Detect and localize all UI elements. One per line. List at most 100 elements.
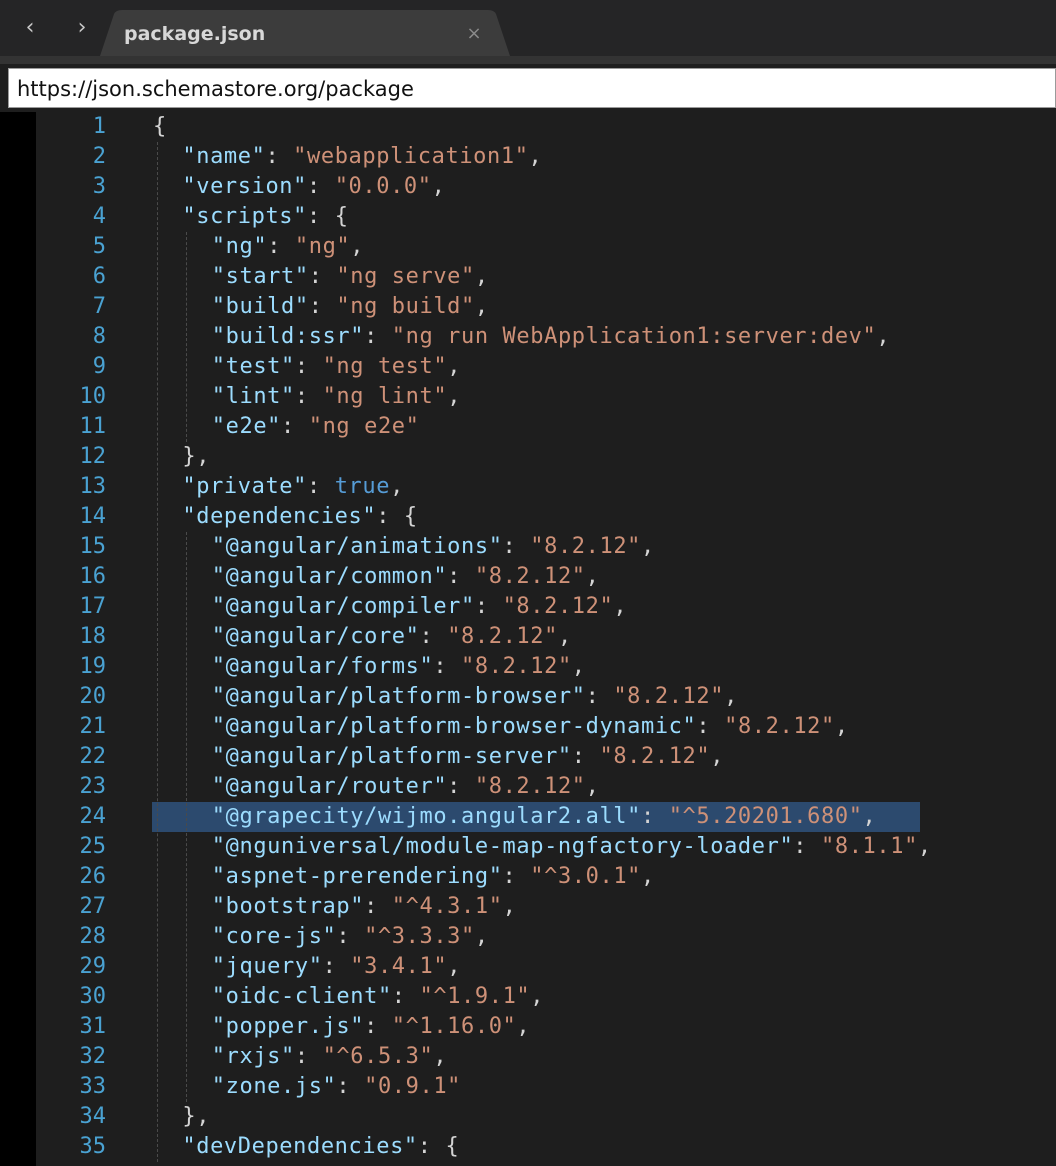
code-line[interactable]: 2 "name": "webapplication1", xyxy=(36,142,1056,172)
code-token: "^3.0.1" xyxy=(530,864,642,889)
code-token: , xyxy=(528,144,543,169)
code-line[interactable]: 4 "scripts": { xyxy=(36,202,1056,232)
code-line[interactable]: 7 "build": "ng build", xyxy=(36,292,1056,322)
line-number: 27 xyxy=(79,894,107,919)
code-line[interactable]: 28 "core-js": "^3.3.3", xyxy=(36,922,1056,952)
code-token: : xyxy=(433,654,462,679)
code-token: : xyxy=(474,594,503,619)
code-token: : xyxy=(294,354,323,379)
code-line[interactable]: 3 "version": "0.0.0", xyxy=(36,172,1056,202)
code-line[interactable]: 18 "@angular/core": "8.2.12", xyxy=(36,622,1056,652)
code-token: : xyxy=(696,714,725,739)
line-number: 19 xyxy=(79,654,107,679)
code-token: "build" xyxy=(211,294,309,319)
code-line[interactable]: 32 "rxjs": "^6.5.3", xyxy=(36,1042,1056,1072)
code-line[interactable]: 17 "@angular/compiler": "8.2.12", xyxy=(36,592,1056,622)
code-line[interactable]: 23 "@angular/router": "8.2.12", xyxy=(36,772,1056,802)
code-line[interactable]: 11 "e2e": "ng e2e" xyxy=(36,412,1056,442)
code-token: "ng test" xyxy=(322,354,448,379)
code-token: "@angular/compiler" xyxy=(211,594,475,619)
code-token: "8.2.12" xyxy=(461,654,572,679)
code-token: , xyxy=(876,324,891,349)
code-line[interactable]: 34}, xyxy=(36,1102,1056,1132)
code-token: true xyxy=(334,474,391,499)
code-token: , xyxy=(571,654,586,679)
code-line[interactable]: 30 "oidc-client": "^1.9.1", xyxy=(36,982,1056,1012)
code-line[interactable]: 24 "@grapecity/wijmo.angular2.all": "^5.2… xyxy=(36,802,1056,832)
indent-guide xyxy=(157,142,158,1162)
indent-guide xyxy=(186,232,188,442)
code-line[interactable]: 13 "private": true, xyxy=(36,472,1056,502)
code-token: : xyxy=(307,174,335,199)
code-text: "@angular/animations": "8.2.12", xyxy=(212,532,655,562)
code-line[interactable]: 20 "@angular/platform-browser": "8.2.12", xyxy=(36,682,1056,712)
code-line[interactable]: 5 "ng": "ng", xyxy=(36,232,1056,262)
code-token: , xyxy=(834,714,849,739)
code-line[interactable]: 27 "bootstrap": "^4.3.1", xyxy=(36,892,1056,922)
code-line[interactable]: 19 "@angular/forms": "8.2.12", xyxy=(36,652,1056,682)
code-token: , xyxy=(641,534,655,559)
schema-url-bar[interactable]: https://json.schemastore.org/package xyxy=(8,68,1056,108)
code-token: , xyxy=(641,864,655,889)
close-icon[interactable]: × xyxy=(464,22,484,46)
code-line[interactable]: 9 "test": "ng test", xyxy=(36,352,1056,382)
code-token: "popper.js" xyxy=(211,1014,365,1039)
code-line[interactable]: 33 "zone.js": "0.9.1" xyxy=(36,1072,1056,1102)
code-token: , xyxy=(350,234,365,259)
code-token: : xyxy=(267,234,295,259)
code-editor[interactable]: 1{2 "name": "webapplication1", 3 "version":… xyxy=(36,112,1056,1166)
tab-bar-divider xyxy=(0,56,1056,64)
tab-package-json[interactable]: package.json × xyxy=(100,10,510,56)
code-line[interactable]: 6 "start": "ng serve", xyxy=(36,262,1056,292)
editor-window: ‹ › package.json × https://json.schemast… xyxy=(0,0,1056,1166)
code-token: : xyxy=(447,774,475,799)
line-number: 35 xyxy=(79,1134,107,1159)
code-token: , xyxy=(390,474,404,499)
line-number: 17 xyxy=(79,594,107,619)
code-token: "^3.3.3" xyxy=(364,924,475,949)
code-token: "@angular/platform-browser" xyxy=(211,684,586,709)
code-line[interactable]: 15 "@angular/animations": "8.2.12", xyxy=(36,532,1056,562)
code-token: "8.2.12" xyxy=(447,624,558,649)
code-token: , xyxy=(862,804,877,829)
line-number: 9 xyxy=(92,354,106,379)
code-text: "@angular/core": "8.2.12", xyxy=(212,622,572,652)
code-line[interactable]: 29 "jquery": "3.4.1", xyxy=(36,952,1056,982)
code-token: "3.4.1" xyxy=(350,954,448,979)
code-token: , xyxy=(502,894,517,919)
code-text: "e2e": "ng e2e" xyxy=(212,412,420,442)
line-number: 7 xyxy=(92,294,106,319)
code-line[interactable]: 22 "@angular/platform-server": "8.2.12", xyxy=(36,742,1056,772)
code-line[interactable]: 16 "@angular/common": "8.2.12", xyxy=(36,562,1056,592)
code-line[interactable]: 12}, xyxy=(36,442,1056,472)
code-token: : xyxy=(585,684,614,709)
code-line[interactable]: 8 "build:ssr": "ng run WebApplication1:se… xyxy=(36,322,1056,352)
code-token: : xyxy=(641,804,669,829)
line-number: 20 xyxy=(79,684,107,709)
code-line[interactable]: 10 "lint": "ng lint", xyxy=(36,382,1056,412)
code-line[interactable]: 35 "devDependencies": { xyxy=(36,1132,1056,1162)
code-text: "@angular/compiler": "8.2.12", xyxy=(212,592,627,622)
chevron-left-icon[interactable]: ‹ xyxy=(16,14,44,42)
code-token: "8.2.12" xyxy=(599,744,711,769)
code-line[interactable]: 14 "dependencies": { xyxy=(36,502,1056,532)
code-token: "ng lint" xyxy=(322,384,448,409)
code-token: , xyxy=(431,174,446,199)
code-token: : xyxy=(391,984,420,1009)
code-line[interactable]: 31 "popper.js": "^1.16.0", xyxy=(36,1012,1056,1042)
code-token: "8.2.12" xyxy=(502,594,614,619)
code-line[interactable]: 25 "@nguniversal/module-map-ngfactory-loa… xyxy=(36,832,1056,862)
code-token: , xyxy=(516,1014,531,1039)
chevron-right-icon[interactable]: › xyxy=(68,14,96,42)
code-token: : { xyxy=(376,504,418,529)
code-text: "zone.js": "0.9.1" xyxy=(212,1072,461,1102)
code-token: "scripts" xyxy=(182,204,307,229)
code-line[interactable]: 21 "@angular/platform-browser-dynamic": "… xyxy=(36,712,1056,742)
code-token: "^4.3.1" xyxy=(391,894,503,919)
code-line[interactable]: 26 "aspnet-prerendering": "^3.0.1", xyxy=(36,862,1056,892)
code-token: "@angular/forms" xyxy=(211,654,434,679)
code-line[interactable]: 1{ xyxy=(36,112,1056,142)
code-token: "core-js" xyxy=(211,924,337,949)
code-text: "@grapecity/wijmo.angular2.all": "^5.202… xyxy=(212,802,877,832)
code-text: { xyxy=(153,112,167,142)
